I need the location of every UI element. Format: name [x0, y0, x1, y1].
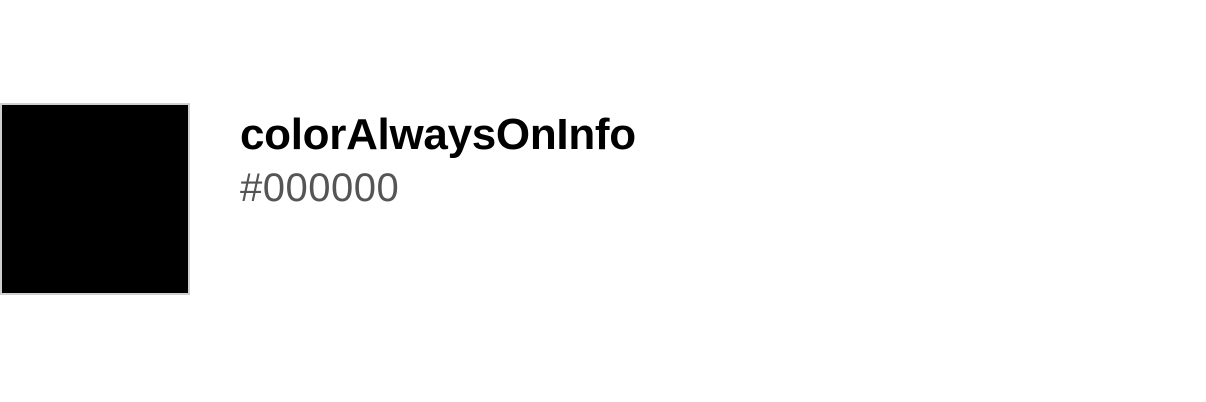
- color-swatch: [0, 103, 190, 295]
- color-token-name: colorAlwaysOnInfo: [240, 110, 636, 159]
- color-token-hex-value: #000000: [240, 166, 400, 210]
- swatch-info: colorAlwaysOnInfo #000000: [240, 108, 636, 214]
